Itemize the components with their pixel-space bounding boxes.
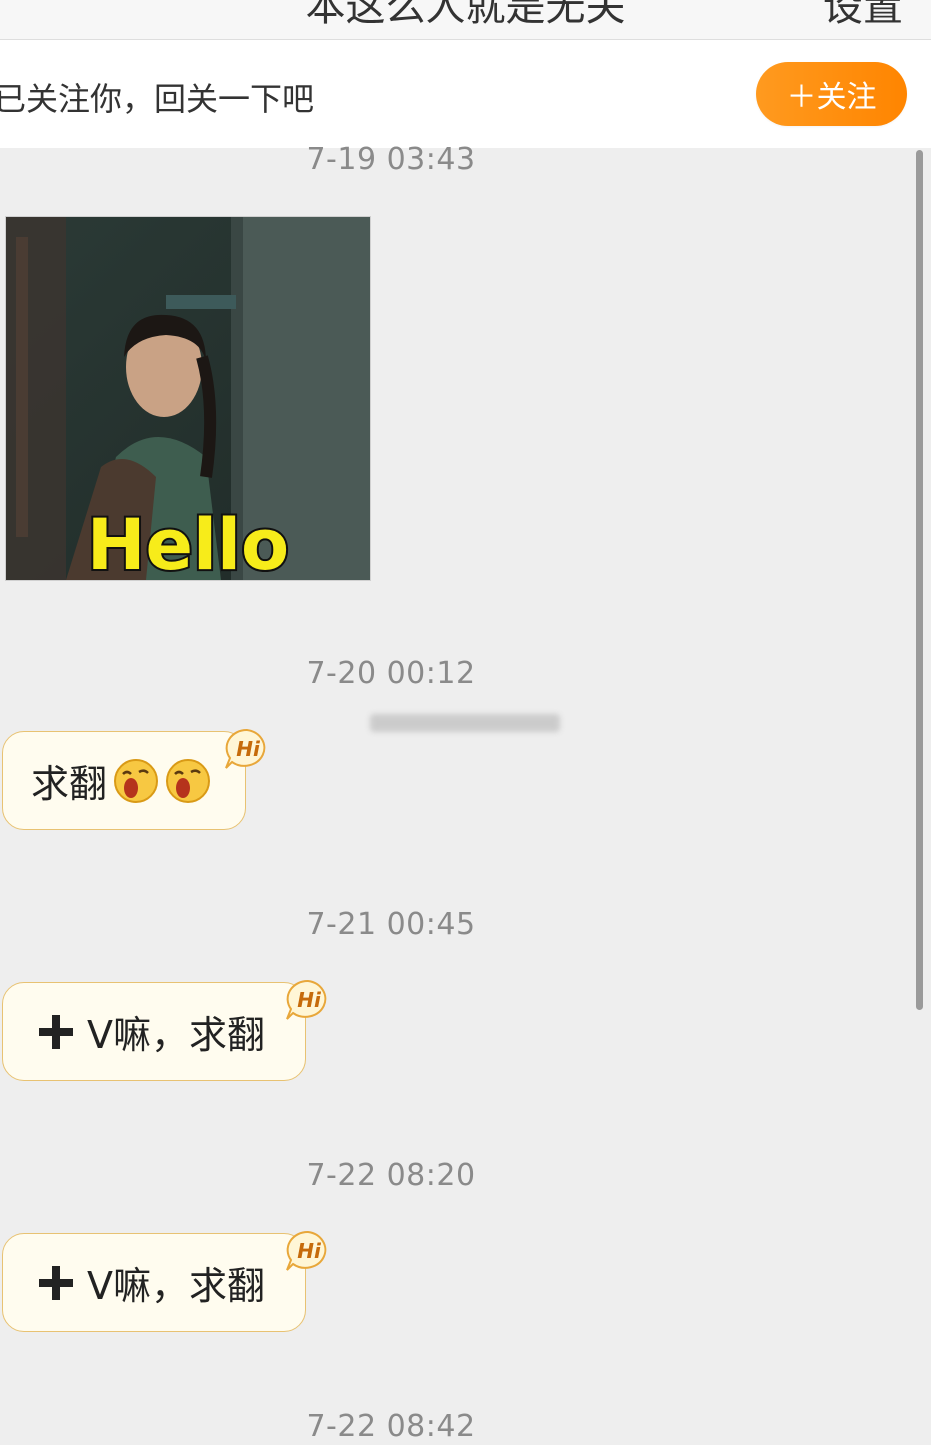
chat-title: 本这么人就是无关	[305, 0, 626, 30]
blurred-name-placeholder	[360, 708, 565, 738]
settings-button[interactable]: 设置	[823, 0, 903, 32]
message-bubble[interactable]: 求翻	[2, 731, 246, 830]
follow-back-text: 已关注你，回关一下吧	[0, 80, 315, 118]
scrollbar[interactable]	[916, 150, 923, 1010]
top-navigation-bar: 本这么人就是无关 设置	[0, 0, 931, 40]
sticker-caption: Hello	[87, 504, 289, 580]
message-timestamp: 7-22 08:20	[306, 1158, 476, 1193]
svg-text:Hi: Hi	[297, 1239, 322, 1263]
message-text: 求翻	[31, 762, 108, 806]
follow-button[interactable]: ＋关注	[756, 62, 907, 126]
svg-text:Hi: Hi	[297, 988, 322, 1012]
image-message[interactable]: Hello	[5, 216, 371, 581]
plus-icon	[39, 1265, 73, 1300]
crying-emoji-icon	[166, 758, 211, 803]
message-timestamp: 7-20 00:12	[306, 656, 476, 691]
message-text: V嘛，求翻	[87, 1264, 265, 1308]
hi-badge-icon: Hi	[286, 979, 327, 1020]
message-timestamp: 7-21 00:45	[306, 907, 476, 942]
message-timestamp: 7-19 03:43	[306, 142, 476, 177]
hello-sticker-image: Hello	[6, 217, 370, 580]
hi-badge-icon: Hi	[286, 1230, 327, 1271]
message-bubble[interactable]: V嘛，求翻	[2, 1233, 306, 1332]
svg-text:Hi: Hi	[236, 737, 261, 761]
hi-badge-icon: Hi	[225, 728, 266, 769]
crying-emoji-icon	[114, 758, 159, 803]
message-text: V嘛，求翻	[87, 1013, 265, 1057]
follow-back-banner: 已关注你，回关一下吧 ＋关注	[0, 40, 931, 148]
message-timestamp: 7-22 08:42	[306, 1409, 476, 1444]
message-bubble[interactable]: V嘛，求翻	[2, 982, 306, 1081]
plus-icon	[39, 1014, 73, 1049]
